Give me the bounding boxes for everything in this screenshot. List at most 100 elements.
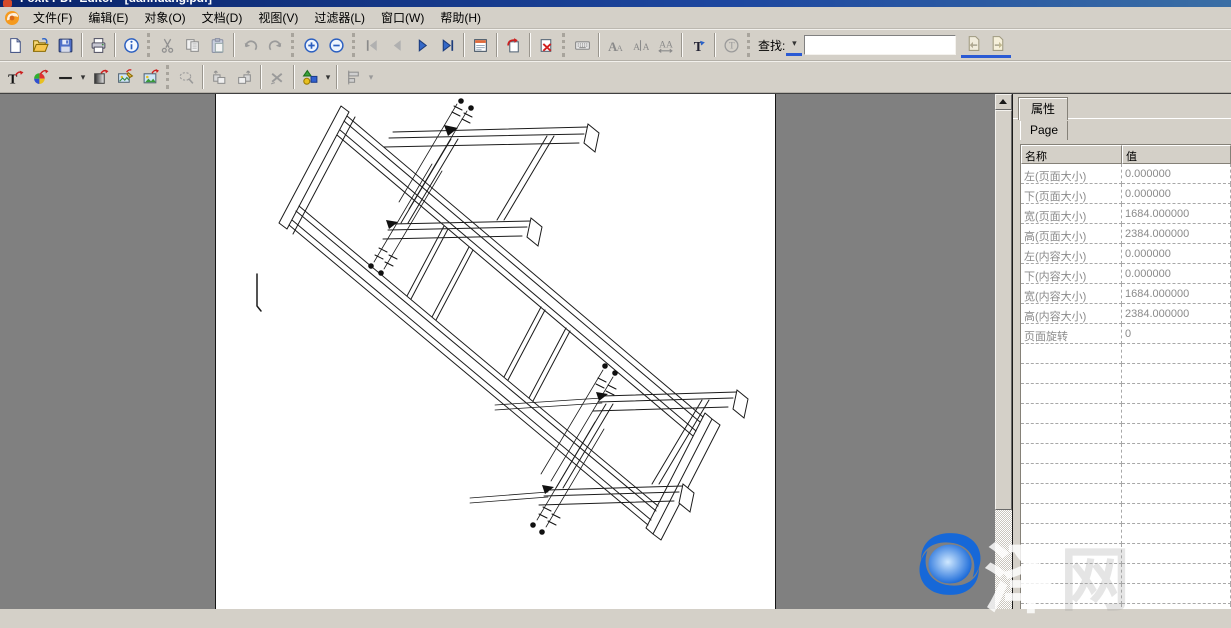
document-info-button[interactable] xyxy=(119,33,144,58)
paste-button[interactable] xyxy=(205,33,230,58)
empty-property-row xyxy=(1021,464,1231,484)
property-value[interactable]: 0 xyxy=(1122,324,1231,344)
tab-properties[interactable]: 属性 xyxy=(1018,97,1068,120)
menu-filter[interactable]: 过滤器(L) xyxy=(306,7,373,28)
font-replace-button[interactable]: AA xyxy=(603,33,628,58)
free-select-button[interactable] xyxy=(174,65,199,90)
font-spacing-button[interactable]: AA xyxy=(653,33,678,58)
pdf-page[interactable] xyxy=(215,94,776,609)
open-file-button[interactable] xyxy=(28,33,53,58)
line-style-button[interactable] xyxy=(53,65,78,90)
property-row[interactable]: 左(内容大小)0.000000 xyxy=(1021,244,1231,264)
property-row[interactable]: 左(页面大小)0.000000 xyxy=(1021,164,1231,184)
add-shape-button[interactable] xyxy=(298,65,323,90)
next-page-button[interactable] xyxy=(410,33,435,58)
scrollbar-thumb[interactable] xyxy=(995,110,1012,510)
tab-page[interactable]: Page xyxy=(1020,121,1068,140)
column-header-name[interactable]: 名称 xyxy=(1021,145,1122,164)
scroll-up-button[interactable] xyxy=(995,94,1012,110)
send-backward-button[interactable] xyxy=(207,65,232,90)
find-input[interactable] xyxy=(804,35,956,55)
find-bar-grip[interactable] xyxy=(747,33,750,57)
edit-image-button[interactable] xyxy=(113,65,138,90)
property-name: 高(页面大小) xyxy=(1021,224,1122,244)
zoom-in-button[interactable] xyxy=(299,33,324,58)
find-label: 查找: xyxy=(758,37,785,54)
top-ladder-rungs xyxy=(401,136,554,223)
cut-button[interactable] xyxy=(155,33,180,58)
menu-view[interactable]: 视图(V) xyxy=(250,7,306,28)
font-spacing-icon: AA xyxy=(657,37,674,54)
property-row[interactable]: 高(内容大小)2384.000000 xyxy=(1021,304,1231,324)
property-row[interactable]: 页面旋转0 xyxy=(1021,324,1231,344)
add-text-object-button[interactable]: T xyxy=(3,65,28,90)
property-value[interactable]: 2384.000000 xyxy=(1122,304,1231,324)
undo-button[interactable] xyxy=(238,33,263,58)
last-page-button[interactable] xyxy=(435,33,460,58)
print-button[interactable] xyxy=(86,33,111,58)
fill-gradient-button[interactable] xyxy=(88,65,113,90)
toolbar-grip[interactable] xyxy=(166,65,169,89)
bring-forward-button[interactable] xyxy=(232,65,257,90)
page-setup-button[interactable] xyxy=(468,33,493,58)
property-value[interactable]: 0.000000 xyxy=(1122,164,1231,184)
property-row[interactable]: 高(页面大小)2384.000000 xyxy=(1021,224,1231,244)
toolbar-grip[interactable] xyxy=(147,33,150,57)
menu-edit[interactable]: 编辑(E) xyxy=(80,7,136,28)
vertical-scrollbar[interactable] xyxy=(995,94,1012,609)
align-objects-button[interactable] xyxy=(341,65,366,90)
toolbar-grip[interactable] xyxy=(291,33,294,57)
menu-window[interactable]: 窗口(W) xyxy=(373,7,432,28)
empty-property-row xyxy=(1021,504,1231,524)
redo-button[interactable] xyxy=(263,33,288,58)
app-icon xyxy=(3,0,12,7)
add-shape-dropdown-caret[interactable]: ▾ xyxy=(323,72,333,83)
property-row[interactable]: 下(内容大小)0.000000 xyxy=(1021,264,1231,284)
property-value[interactable]: 0.000000 xyxy=(1122,244,1231,264)
empty-property-row xyxy=(1021,564,1231,584)
copy-button[interactable] xyxy=(180,33,205,58)
property-value[interactable]: 2384.000000 xyxy=(1122,224,1231,244)
property-row[interactable]: 宽(页面大小)1684.000000 xyxy=(1021,204,1231,224)
property-name: 下(内容大小) xyxy=(1021,264,1122,284)
rotate-page-button[interactable] xyxy=(501,33,526,58)
property-value[interactable]: 0.000000 xyxy=(1122,264,1231,284)
menu-document[interactable]: 文档(D) xyxy=(194,7,251,28)
property-value[interactable]: 1684.000000 xyxy=(1122,284,1231,304)
first-page-button[interactable] xyxy=(360,33,385,58)
find-dropdown-caret[interactable]: ▾ xyxy=(786,34,802,56)
add-image-button[interactable] xyxy=(138,65,163,90)
save-button[interactable] xyxy=(53,33,78,58)
property-value[interactable]: 0.000000 xyxy=(1122,184,1231,204)
property-value[interactable]: 1684.000000 xyxy=(1122,204,1231,224)
text-style-button[interactable]: T xyxy=(719,33,744,58)
delete-page-button[interactable] xyxy=(534,33,559,58)
find-prev-button[interactable] xyxy=(961,33,986,58)
empty-property-row xyxy=(1021,344,1231,364)
menu-object[interactable]: 对象(O) xyxy=(136,7,193,28)
delete-page-icon xyxy=(538,37,555,54)
find-next-button[interactable] xyxy=(986,33,1011,58)
bottom-ladder-ext xyxy=(470,398,602,503)
column-header-value[interactable]: 值 xyxy=(1122,145,1231,164)
add-color-button[interactable] xyxy=(28,65,53,90)
line-style-dropdown-caret[interactable]: ▾ xyxy=(78,72,88,83)
keyboard-icon xyxy=(574,37,591,54)
font-kerning-button[interactable]: AA xyxy=(628,33,653,58)
toolbar-grip[interactable] xyxy=(562,33,565,57)
prev-page-button[interactable] xyxy=(385,33,410,58)
delete-object-button[interactable] xyxy=(265,65,290,90)
insert-text-button[interactable]: T xyxy=(686,33,711,58)
new-document-button[interactable] xyxy=(3,33,28,58)
zoom-out-button[interactable] xyxy=(324,33,349,58)
toolbar-separator xyxy=(293,65,295,89)
menu-file[interactable]: 文件(F) xyxy=(25,7,80,28)
property-row[interactable]: 下(页面大小)0.000000 xyxy=(1021,184,1231,204)
property-row[interactable]: 宽(内容大小)1684.000000 xyxy=(1021,284,1231,304)
toolbar-grip[interactable] xyxy=(352,33,355,57)
keyboard-button[interactable] xyxy=(570,33,595,58)
menu-help[interactable]: 帮助(H) xyxy=(432,7,489,28)
font-replace-icon: AA xyxy=(607,37,624,54)
menu-items: 文件(F)编辑(E)对象(O)文档(D)视图(V)过滤器(L)窗口(W)帮助(H… xyxy=(25,7,489,28)
align-objects-dropdown-caret[interactable]: ▾ xyxy=(366,72,376,83)
